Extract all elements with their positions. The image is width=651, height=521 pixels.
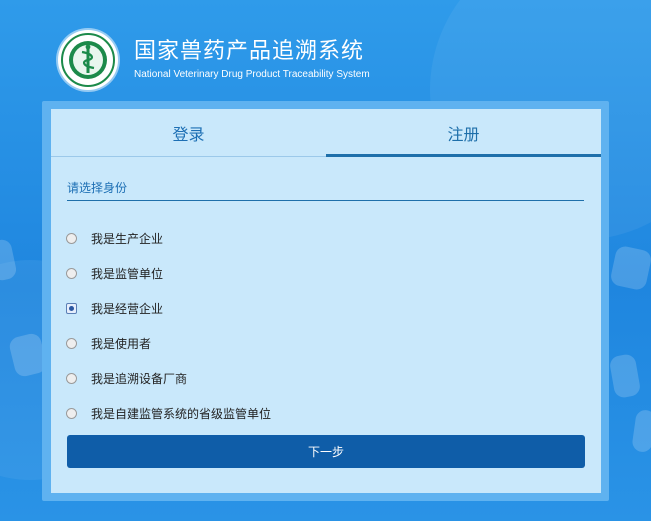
app-titles: 国家兽药产品追溯系统 National Veterinary Drug Prod… [134,39,370,81]
document-icon [631,408,651,454]
option-user[interactable]: 我是使用者 [66,326,271,361]
option-label: 我是监管单位 [91,267,164,281]
option-label: 我是自建监管系统的省级监管单位 [91,407,272,421]
veterinary-emblem-icon [58,30,118,90]
option-label: 我是追溯设备厂商 [91,372,188,386]
pill-box-icon [0,237,18,283]
app-header: 国家兽药产品追溯系统 National Veterinary Drug Prod… [58,30,370,90]
radio-icon[interactable] [66,303,77,314]
radio-icon[interactable] [66,408,77,419]
option-provincial-regulator[interactable]: 我是自建监管系统的省级监管单位 [66,396,271,431]
option-producer[interactable]: 我是生产企业 [66,221,271,256]
identity-options: 我是生产企业 我是监管单位 我是经营企业 我是使用者 我是追溯设备厂商 我是自建… [66,221,271,431]
option-distributor[interactable]: 我是经营企业 [66,291,271,326]
option-regulator[interactable]: 我是监管单位 [66,256,271,291]
radio-icon[interactable] [66,268,77,279]
tab-register[interactable]: 注册 [326,109,601,157]
tab-login[interactable]: 登录 [51,109,326,156]
auth-panel: 登录 注册 请选择身份 我是生产企业 我是监管单位 我是经营企业 我是使用者 我… [51,109,601,493]
radio-dot [69,306,74,311]
calendar-icon [608,353,642,399]
option-device-vendor[interactable]: 我是追溯设备厂商 [66,361,271,396]
option-label: 我是生产企业 [91,232,164,246]
identity-section-label: 请选择身份 [67,181,128,195]
auth-tabs: 登录 注册 [51,109,601,157]
shop-icon [609,244,651,292]
section-divider [67,200,584,201]
app-title: 国家兽药产品追溯系统 [134,39,365,64]
option-label: 我是经营企业 [91,302,164,316]
option-label: 我是使用者 [91,337,152,351]
next-step-button[interactable]: 下一步 [67,435,585,468]
radio-icon[interactable] [66,233,77,244]
radio-icon[interactable] [66,338,77,349]
app-subtitle: National Veterinary Drug Product Traceab… [134,69,370,80]
radio-icon[interactable] [66,373,77,384]
